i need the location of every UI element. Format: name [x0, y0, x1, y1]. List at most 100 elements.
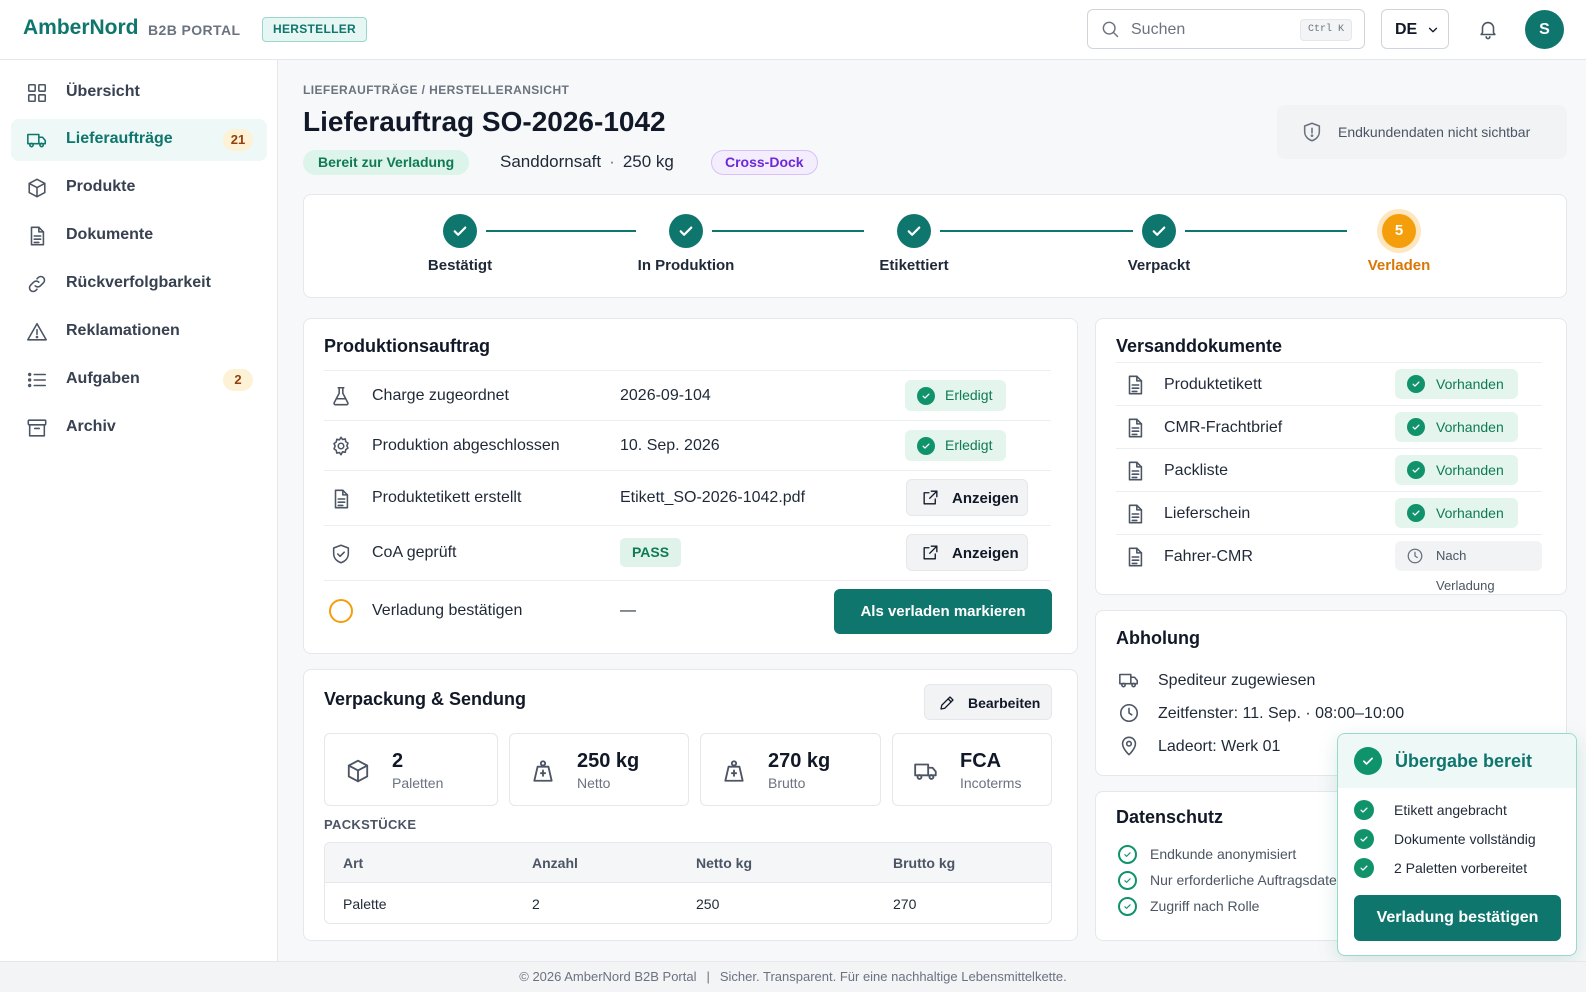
sidebar-item-reklamationen[interactable]: Reklamationen — [11, 311, 267, 353]
column-header: Art — [343, 855, 364, 871]
status-chip-pending: Nach Verladung — [1395, 541, 1542, 593]
document-icon — [1124, 546, 1146, 568]
order-weight: 250 kg — [622, 152, 674, 171]
check-circle-icon — [1118, 845, 1137, 864]
check-icon — [1407, 418, 1425, 436]
row-label: Produktion abgeschlossen — [372, 437, 560, 454]
avatar[interactable]: S — [1525, 10, 1564, 49]
privacy-note: Endkundendaten nicht sichtbar — [1277, 105, 1567, 159]
pending-circle-icon — [329, 599, 353, 623]
row-value: 2026-09-104 — [620, 387, 711, 404]
chevron-down-icon — [1426, 23, 1440, 37]
document-row[interactable]: Lieferschein Vorhanden — [1116, 491, 1542, 534]
footer-tagline: Sicher. Transparent. Für eine nachhaltig… — [719, 969, 1067, 984]
stat-value: FCA — [960, 750, 1002, 772]
step-current-number: 5 — [1382, 214, 1416, 248]
document-row[interactable]: Produktetikett Vorhanden — [1116, 362, 1542, 405]
flask-icon — [330, 385, 352, 407]
status-chip: Vorhanden — [1395, 455, 1518, 485]
confirm-loading-button[interactable]: Verladung bestätigen — [1354, 895, 1561, 941]
document-name: Produktetikett — [1164, 376, 1262, 393]
check-icon — [917, 387, 935, 405]
portal-label: B2B PORTAL — [148, 22, 241, 38]
check-icon — [1354, 747, 1382, 775]
sidebar-item-produkte[interactable]: Produkte — [11, 167, 267, 209]
sidebar-item-lieferauftraege[interactable]: Lieferaufträge 21 — [11, 119, 267, 161]
truck-icon — [913, 758, 939, 784]
document-icon — [1124, 374, 1146, 396]
view-coa-button[interactable]: Anzeigen — [906, 534, 1028, 571]
footer-copyright: © 2026 AmberNord B2B Portal — [519, 969, 697, 984]
brand-logo[interactable]: AmberNord — [23, 16, 139, 40]
handover-popover: Übergabe bereit Etikett angebracht Dokum… — [1337, 733, 1577, 956]
bell-icon[interactable] — [1477, 18, 1499, 40]
stat-incoterms: FCA Incoterms — [892, 733, 1052, 806]
file-link[interactable]: Etikett_SO-2026-1042.pdf — [620, 489, 805, 507]
sidebar-item-rueckverfolgbarkeit[interactable]: Rückverfolgbarkeit — [11, 263, 267, 305]
warning-icon — [26, 321, 48, 343]
external-link-icon — [921, 488, 940, 507]
document-row[interactable]: Fahrer-CMR Nach Verladung — [1116, 534, 1542, 593]
row-label: Charge zugeordnet — [372, 387, 509, 404]
weight-icon — [721, 758, 747, 784]
document-icon — [1124, 503, 1146, 525]
check-icon — [1407, 504, 1425, 522]
row-label: Produktetikett erstellt — [372, 489, 522, 506]
sidebar-item-archiv[interactable]: Archiv — [11, 407, 267, 449]
table-header: Art Anzahl Netto kg Brutto kg — [325, 843, 1051, 883]
breadcrumb[interactable]: LIEFERAUFTRÄGE / HERSTELLERANSICHT — [303, 83, 569, 97]
cross-dock-tag: Cross-Dock — [711, 150, 818, 175]
step-label: Bestätigt — [427, 257, 493, 274]
sidebar-item-label: Übersicht — [66, 83, 140, 100]
archive-icon — [26, 417, 48, 439]
search-placeholder: Suchen — [1131, 21, 1186, 38]
footer-separator: | — [706, 969, 710, 984]
top-header: AmberNord B2B PORTAL HERSTELLER Suchen C… — [0, 0, 1586, 60]
card-title: Verpackung & Sendung — [324, 689, 527, 709]
row-value: — — [620, 602, 636, 619]
pass-badge: PASS — [620, 538, 682, 567]
stat-label: Netto — [577, 775, 611, 791]
step-connector — [712, 230, 864, 232]
weight-icon — [530, 758, 556, 784]
check-icon — [1354, 829, 1374, 849]
popover-header: Übergabe bereit — [1338, 734, 1576, 788]
document-row[interactable]: Packliste Vorhanden — [1116, 448, 1542, 491]
document-row[interactable]: CMR-Frachtbrief Vorhanden — [1116, 405, 1542, 448]
search-input[interactable]: Suchen Ctrl K — [1087, 9, 1365, 49]
stat-label: Paletten — [392, 775, 444, 791]
stat-value: 250 kg — [577, 750, 640, 772]
language-select[interactable]: DE — [1381, 9, 1449, 49]
sidebar-item-dokumente[interactable]: Dokumente — [11, 215, 267, 257]
search-icon — [1100, 19, 1120, 39]
table-row: Palette 2 250 270 — [325, 883, 1051, 923]
step-label: Verpackt — [1127, 257, 1191, 274]
progress-stepper: Bestätigt In Produktion Etikettiert Verp… — [303, 194, 1567, 298]
sidebar-item-uebersicht[interactable]: Übersicht — [11, 72, 267, 114]
card-title: Abholung — [1116, 628, 1200, 648]
sidebar: Übersicht Lieferaufträge 21 Produkte Dok… — [0, 60, 278, 961]
check-circle-icon — [1118, 871, 1137, 890]
step-label: In Produktion — [637, 257, 735, 274]
document-name: CMR-Frachtbrief — [1164, 419, 1283, 436]
edit-button[interactable]: Bearbeiten — [924, 684, 1052, 720]
column-header: Anzahl — [532, 855, 578, 871]
sidebar-item-label: Reklamationen — [66, 322, 180, 339]
role-badge: HERSTELLER — [262, 17, 368, 42]
view-label-button[interactable]: Anzeigen — [906, 479, 1028, 516]
pencil-icon — [938, 694, 956, 712]
table-cell: Palette — [343, 896, 387, 912]
stat-value: 270 kg — [768, 750, 831, 772]
check-icon — [1354, 800, 1374, 820]
sidebar-item-aufgaben[interactable]: Aufgaben 2 — [11, 359, 267, 401]
sidebar-item-label: Produkte — [66, 178, 136, 195]
document-name: Fahrer-CMR — [1164, 548, 1253, 565]
card-title: Produktionsauftrag — [324, 336, 491, 356]
truck-icon — [26, 129, 48, 151]
external-link-icon — [921, 543, 940, 562]
count-badge: 21 — [223, 129, 253, 151]
row-label: CoA geprüft — [372, 544, 457, 561]
production-row: Produktetikett erstellt Etikett_SO-2026-… — [324, 470, 1051, 525]
mark-loaded-button[interactable]: Als verladen markieren — [834, 589, 1052, 634]
table-cell: 250 — [696, 896, 720, 912]
